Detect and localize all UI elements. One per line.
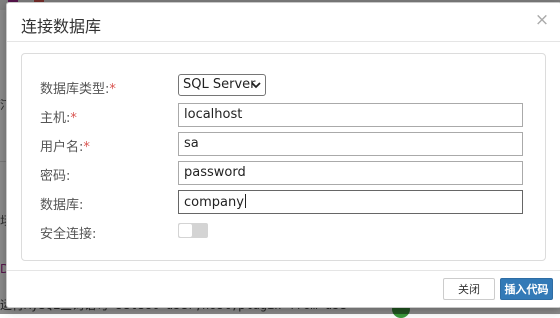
username-input[interactable]: sa — [178, 132, 523, 156]
insert-code-button[interactable]: 插入代码 — [500, 278, 553, 300]
password-label: 密码: — [40, 169, 71, 184]
text-caret — [244, 194, 246, 208]
connection-form: 数据库类型:* SQL Server 主机:* localhost 用户名:* … — [21, 53, 546, 261]
close-icon[interactable]: × — [533, 11, 551, 29]
form-row-secure: 安全连接: — [22, 221, 545, 245]
db-type-label: 数据库类型:* — [40, 82, 116, 97]
toggle-knob — [179, 224, 192, 237]
form-row-password: 密码: password — [22, 161, 545, 185]
db-type-select[interactable]: SQL Server — [178, 74, 266, 96]
host-label: 主机:* — [40, 111, 77, 126]
username-label: 用户名:* — [40, 140, 90, 155]
required-mark: * — [109, 82, 116, 97]
close-button[interactable]: 关闭 — [443, 278, 495, 300]
database-value: company — [184, 195, 244, 210]
host-input[interactable]: localhost — [178, 103, 523, 127]
dialog-header: 连接数据库 × — [7, 3, 560, 42]
form-row-db-type: 数据库类型:* SQL Server — [22, 74, 545, 98]
form-row-host: 主机:* localhost — [22, 103, 545, 127]
secure-connection-toggle[interactable] — [178, 223, 208, 238]
form-row-username: 用户名:* sa — [22, 132, 545, 156]
required-mark: * — [83, 140, 90, 155]
dialog-footer: 关闭 插入代码 — [7, 270, 560, 307]
chevron-down-icon — [251, 82, 261, 89]
password-input[interactable]: password — [178, 161, 523, 185]
database-label: 数据库: — [40, 198, 84, 213]
form-row-database: 数据库: company — [22, 190, 545, 214]
dialog-title: 连接数据库 — [21, 17, 102, 36]
required-mark: * — [70, 111, 77, 126]
db-type-value: SQL Server — [183, 77, 256, 92]
secure-connection-label: 安全连接: — [40, 227, 97, 242]
database-input[interactable]: company — [178, 190, 523, 214]
connect-database-dialog: 连接数据库 × 数据库类型:* SQL Server 主机:* localhos… — [6, 2, 560, 308]
